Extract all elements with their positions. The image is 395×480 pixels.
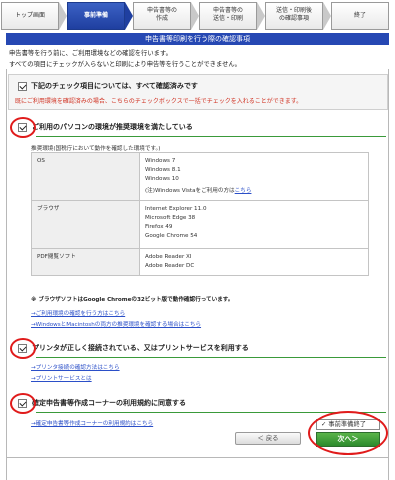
browser-item: Google Chrome 54 xyxy=(145,233,198,239)
intro-text: 申告書等を行う前に、ご利用環境などの確認を行います。 すべての項目にチェックが入… xyxy=(9,48,241,70)
env-caption: 推奨環境(国税庁において動作を確認した環境です。) xyxy=(31,146,161,152)
step-create: 申告書等の 作成 xyxy=(133,2,191,30)
env-key-browser: ブラウザ xyxy=(31,200,140,249)
step-top: トップ画面 xyxy=(1,2,59,30)
browser-item: Internet Explorer 11.0 xyxy=(145,206,207,212)
env-value-os: Windows 7 Windows 8.1 Windows 10 (注)Wind… xyxy=(139,152,369,201)
printer-section: プリンタが正しく接続されている、又はプリントサービスを利用する xyxy=(14,342,386,358)
back-button[interactable]: ＜ 戻る xyxy=(235,432,301,445)
pc-env-section: ご利用のパソコンの環境が推奨環境を満たしている xyxy=(14,121,386,137)
os-item: Windows 8.1 xyxy=(145,167,181,173)
bottom-divider xyxy=(6,457,389,458)
section-divider xyxy=(36,136,386,137)
terms-label: 確定申告書等作成コーナーの利用規約に同意する xyxy=(32,399,186,407)
browser-item: Microsoft Edge 38 xyxy=(145,215,196,221)
all-check-label: 下記のチェック項目については、すべて確認済みです xyxy=(31,82,198,90)
vista-link[interactable]: こちら xyxy=(235,188,252,194)
step-arrow xyxy=(191,2,199,30)
step-arrow xyxy=(323,2,331,30)
step-finish: 終了 xyxy=(331,2,389,30)
browser-note: ※ ブラウザソフトはGoogle Chromeの32ビット版で動作確認行っていま… xyxy=(31,297,234,303)
section-divider xyxy=(36,357,386,358)
table-row: ブラウザ Internet Explorer 11.0 Microsoft Ed… xyxy=(31,200,369,249)
pc-env-label: ご利用のパソコンの環境が推奨環境を満たしている xyxy=(32,123,193,131)
table-row: OS Windows 7 Windows 8.1 Windows 10 (注)W… xyxy=(31,152,369,201)
progress-steps: トップ画面 事前準備 申告書等の 作成 申告書等の 送信・印刷 送信・印刷後 の… xyxy=(0,0,395,34)
step-arrow xyxy=(257,2,265,30)
win-mac-link[interactable]: →WindowsとMacintoshの両方の推奨環境を確認する場合はこちら xyxy=(31,320,201,328)
env-key-pdf: PDF閲覧ソフト xyxy=(31,248,140,276)
step-top-label: トップ画面 xyxy=(14,12,45,19)
intro-line-1: 申告書等を行う前に、ご利用環境などの確認を行います。 xyxy=(9,50,172,57)
highlight-ring xyxy=(308,411,388,455)
pdf-item: Adobe Reader XI xyxy=(145,254,192,260)
all-check-checkbox[interactable] xyxy=(18,82,27,91)
all-check-note: 既にご利用環境を確認済みの場合、こちらのチェックボックスで一括でチェックを入れる… xyxy=(15,98,303,105)
env-value-browser: Internet Explorer 11.0 Microsoft Edge 38… xyxy=(139,200,369,249)
terms-link[interactable]: →確定申告書等作成コーナーの利用規約はこちら xyxy=(31,419,153,427)
step-finish-label: 終了 xyxy=(353,12,366,19)
page-title: 申告書等印刷を行う際の確認事項 xyxy=(6,33,389,45)
terms-section: 確定申告書等作成コーナーの利用規約に同意する xyxy=(14,397,386,413)
env-table: OS Windows 7 Windows 8.1 Windows 10 (注)W… xyxy=(31,152,369,276)
browser-item: Firefox 49 xyxy=(145,224,173,230)
printer-connect-link[interactable]: →プリンタ接続の確認方法はこちら xyxy=(31,363,120,371)
env-value-pdf: Adobe Reader XI Adobe Reader DC xyxy=(139,248,369,276)
all-check-panel: 下記のチェック項目については、すべて確認済みです 既にご利用環境を確認済みの場合… xyxy=(8,74,388,110)
os-note-text: (注)Windows Vistaをご利用の方は xyxy=(145,188,235,194)
pdf-item: Adobe Reader DC xyxy=(145,263,195,269)
os-item: Windows 10 xyxy=(145,176,179,182)
print-service-link[interactable]: →プリントサービスとは xyxy=(31,374,92,382)
highlight-ring xyxy=(10,117,36,138)
highlight-ring xyxy=(10,338,36,359)
step-preparation-label: 事前準備 xyxy=(83,12,108,19)
os-note: (注)Windows Vistaをご利用の方はこちら xyxy=(145,187,363,196)
os-item: Windows 7 xyxy=(145,158,176,164)
step-after-check: 送信・印刷後 の確認事項 xyxy=(265,2,323,30)
env-key-os: OS xyxy=(31,152,140,201)
env-check-link[interactable]: →ご利用環境の確認を行う方はこちら xyxy=(31,309,125,317)
step-arrow xyxy=(125,2,133,30)
highlight-ring xyxy=(10,393,36,414)
step-preparation: 事前準備 xyxy=(67,2,125,30)
step-send-print: 申告書等の 送信・印刷 xyxy=(199,2,257,30)
table-row: PDF閲覧ソフト Adobe Reader XI Adobe Reader DC xyxy=(31,248,369,276)
step-arrow xyxy=(59,2,67,30)
printer-label: プリンタが正しく接続されている、又はプリントサービスを利用する xyxy=(32,344,249,352)
